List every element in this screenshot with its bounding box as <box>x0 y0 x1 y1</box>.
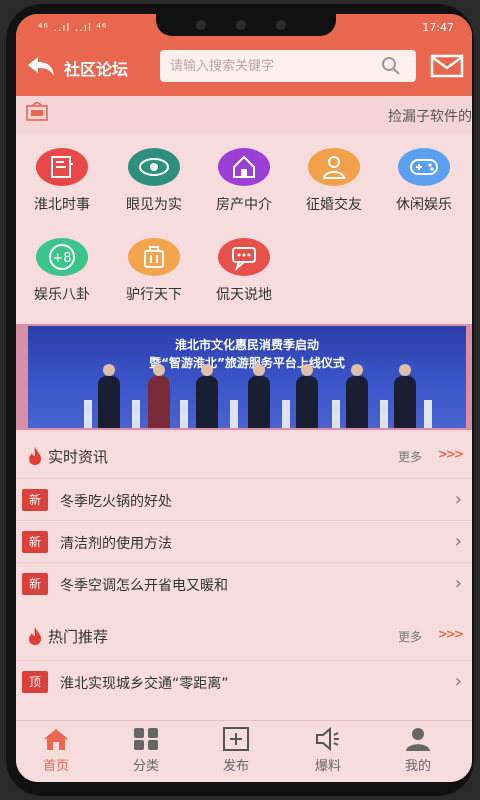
user-icon <box>406 728 430 751</box>
search-icon[interactable] <box>380 56 402 76</box>
tab-label: 我的 <box>404 759 431 774</box>
list-item-title: 冬季空调怎么开省电又暖和 <box>60 578 228 594</box>
category-label: 侃天说地 <box>216 287 272 303</box>
home-icon <box>44 729 68 750</box>
search-input[interactable] <box>170 56 370 76</box>
status-bar: ⁴⁶ ..ıl ..ıl ⁴⁶ 17:47 <box>16 14 472 40</box>
category-label: 休闲娱乐 <box>396 197 452 213</box>
list-item-title: 清洁剂的使用方法 <box>60 536 172 552</box>
tab-label: 分类 <box>132 759 159 774</box>
category-dating[interactable]: 征婚交友 <box>288 138 380 222</box>
grid-icon <box>134 728 158 750</box>
svg-text:+8: +8 <box>52 251 71 266</box>
search-box[interactable] <box>160 50 416 82</box>
category-label: 房产中介 <box>216 197 272 213</box>
tab-label: 爆料 <box>314 759 341 774</box>
list-item-title: 淮北实现城乡交通“零距离” <box>60 676 229 692</box>
chevron-right-icon: › <box>454 531 462 552</box>
app-screen: ⁴⁶ ..ıl ..ıl ⁴⁶ 17:47 社区论坛 请输入搜索关键字 捡漏子软… <box>16 14 472 782</box>
page-title: 社区论坛 <box>64 60 129 79</box>
category-chat[interactable]: 侃天说地 <box>198 228 290 312</box>
category-label: 眼见为实 <box>126 197 182 213</box>
top-bar: ⁴⁶ ..ıl ..ıl ⁴⁶ 17:47 社区论坛 <box>16 14 472 96</box>
camera-notch <box>156 14 336 36</box>
mail-icon[interactable] <box>430 52 464 80</box>
notice-text: 捡漏子软件的 <box>388 109 472 125</box>
new-badge: 新 <box>22 489 48 511</box>
hot-section-header: 热门推荐 更多 >>> <box>16 614 472 658</box>
signal-indicators: ⁴⁶ ..ıl ..ıl ⁴⁶ <box>38 21 108 34</box>
list-item-title: 冬季吃火锅的好处 <box>60 494 172 510</box>
new-badge: 新 <box>22 573 48 595</box>
tab-category[interactable]: 分类 <box>106 727 186 781</box>
tab-report[interactable]: 爆料 <box>288 727 368 781</box>
flame-icon <box>29 627 41 645</box>
tab-profile[interactable]: 我的 <box>378 727 458 781</box>
chevron-right-icon: › <box>454 573 462 594</box>
tab-label: 发布 <box>222 759 249 774</box>
gamepad-icon <box>398 148 450 186</box>
news-icon <box>36 148 88 186</box>
more-link[interactable]: 更多 <box>398 628 422 645</box>
chevron-right-icon: › <box>454 489 462 510</box>
category-realestate[interactable]: 房产中介 <box>198 138 290 222</box>
more-arrows-icon[interactable]: >>> <box>438 447 464 461</box>
chat-icon <box>218 238 270 276</box>
category-label: 娱乐八卦 <box>34 287 90 303</box>
banner-title: 淮北市文化惠民消费季启动 <box>174 338 319 352</box>
back-icon[interactable] <box>26 54 56 80</box>
category-grid: 淮北时事 眼见为实 房产中介 征婚交友 休闲娱乐 +8 娱乐八卦 驴行天下 侃天… <box>16 134 472 320</box>
tab-publish[interactable]: 发布 <box>196 727 276 781</box>
person-icon <box>308 148 360 186</box>
announcement-icon <box>26 102 48 121</box>
tab-home[interactable]: 首页 <box>16 727 96 781</box>
top-badge: 顶 <box>22 671 48 693</box>
notice-bar[interactable]: 捡漏子软件的 <box>16 96 472 134</box>
house-icon <box>218 148 270 186</box>
list-item[interactable]: 新 清洁剂的使用方法 › <box>16 520 472 562</box>
category-travel[interactable]: 驴行天下 <box>108 228 200 312</box>
list-item[interactable]: 新 冬季空调怎么开省电又暖和 › <box>16 562 472 604</box>
eye-icon <box>128 148 180 186</box>
category-label: 驴行天下 <box>126 287 182 303</box>
bag-icon <box>128 238 180 276</box>
plus-eight-icon: +8 <box>36 238 88 276</box>
more-link[interactable]: 更多 <box>398 448 422 465</box>
category-leisure[interactable]: 休闲娱乐 <box>378 138 470 222</box>
header: 社区论坛 <box>16 44 472 90</box>
list-item[interactable]: 顶 淮北实现城乡交通“零距离” › <box>16 660 472 702</box>
tab-label: 首页 <box>42 759 69 774</box>
news-section-header: 实时资讯 更多 >>> <box>16 434 472 478</box>
bottom-nav: 首页 分类 发布 爆料 我的 <box>16 720 472 782</box>
new-badge: 新 <box>22 531 48 553</box>
flame-icon <box>29 447 41 465</box>
category-news[interactable]: 淮北时事 <box>16 138 108 222</box>
category-eyewitness[interactable]: 眼见为实 <box>108 138 200 222</box>
category-label: 征婚交友 <box>306 197 362 213</box>
plus-box-icon <box>223 727 249 751</box>
section-title: 实时资讯 <box>48 448 109 466</box>
category-gossip[interactable]: +8 娱乐八卦 <box>16 228 108 312</box>
section-title: 热门推荐 <box>48 628 109 646</box>
chevron-right-icon: › <box>454 671 462 692</box>
speaker-icon <box>316 727 339 751</box>
banner-carousel[interactable]: 淮北市文化惠民消费季启动 暨“智游淮北”旅游服务平台上线仪式 <box>16 324 472 430</box>
list-item[interactable]: 新 冬季吃火锅的好处 › <box>16 478 472 520</box>
clock: 17:47 <box>422 21 454 34</box>
more-arrows-icon[interactable]: >>> <box>438 627 464 641</box>
banner-image[interactable]: 淮北市文化惠民消费季启动 暨“智游淮北”旅游服务平台上线仪式 <box>28 326 466 428</box>
category-label: 淮北时事 <box>34 197 90 213</box>
